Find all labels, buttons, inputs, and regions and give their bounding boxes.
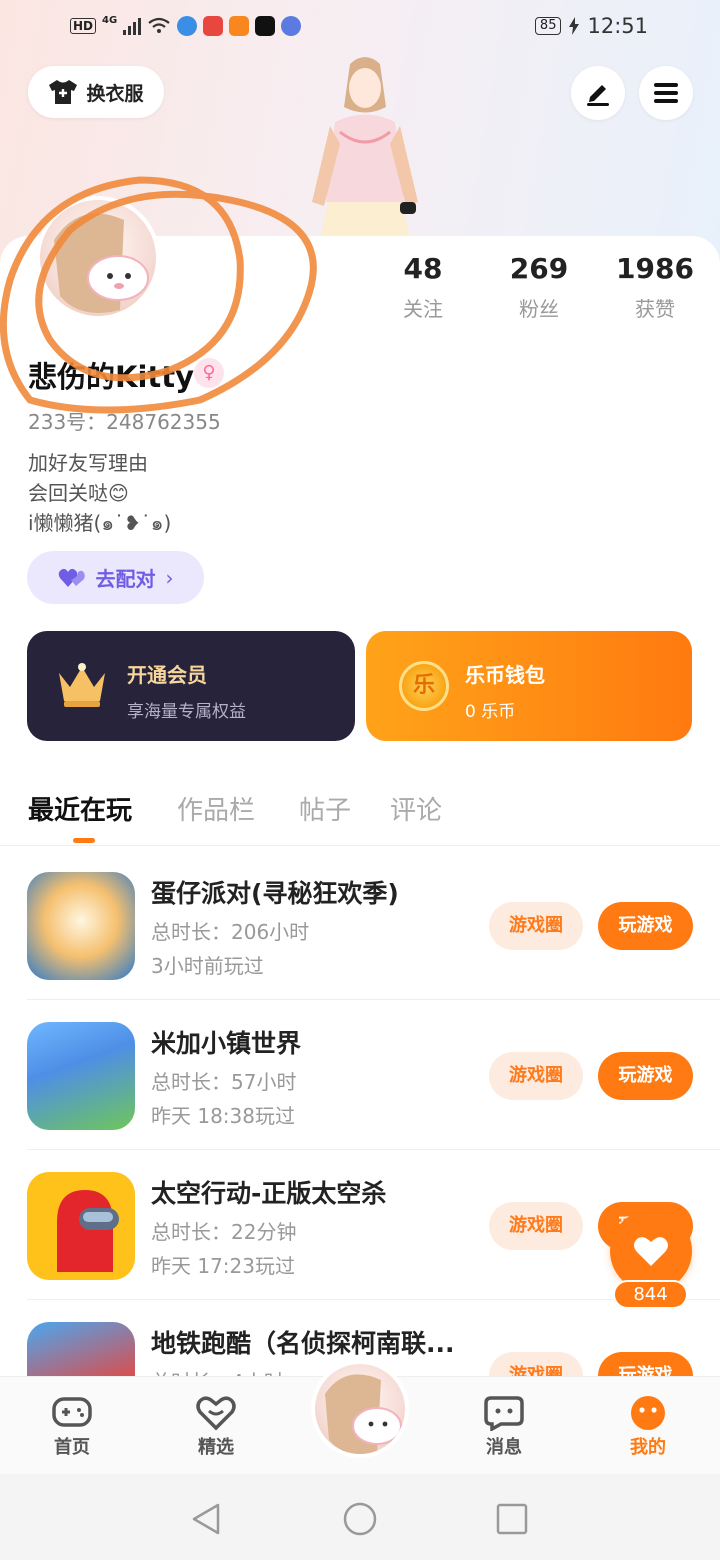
edit-profile-button[interactable]: [571, 66, 625, 120]
match-label: 去配对: [95, 567, 156, 591]
nav-messages[interactable]: 消息: [464, 1395, 544, 1459]
back-icon[interactable]: [190, 1502, 222, 1536]
followers-label: 粉丝: [519, 297, 559, 321]
crown-icon: [59, 663, 105, 707]
vip-title: 开通会员: [127, 663, 207, 687]
profile-bio: 加好友写理由 会回关哒😊 i懒懒猪(๑˙❥˙๑): [28, 448, 171, 538]
nav-messages-label: 消息: [486, 1437, 522, 1458]
tab-comments[interactable]: 评论: [390, 790, 442, 827]
system-navigation-bar: [0, 1474, 720, 1560]
nav-me[interactable]: 我的: [608, 1395, 688, 1459]
bio-line: 加好友写理由: [28, 451, 148, 475]
change-outfit-label: 换衣服: [86, 82, 144, 105]
game-last-played: 昨天 18:38玩过: [151, 1104, 295, 1128]
clock: 12:51: [587, 14, 648, 38]
face-icon: [631, 1396, 665, 1430]
nav-home[interactable]: 首页: [32, 1395, 112, 1459]
status-bar: HD 4G 85 12:51: [0, 0, 720, 56]
game-name: 太空行动-正版太空杀: [151, 1179, 387, 1208]
nav-featured-label: 精选: [198, 1437, 234, 1458]
game-name: 米加小镇世界: [151, 1029, 302, 1058]
app-notification-icon: [203, 16, 224, 36]
game-row[interactable]: 米加小镇世界 总时长：57小时 昨天 18:38玩过 游戏圈 玩游戏: [0, 1000, 720, 1150]
signal-icon: [123, 17, 142, 35]
network-type: 4G: [102, 14, 118, 26]
followers-count: 269: [509, 252, 569, 285]
crewmate-image: [57, 1190, 119, 1272]
game-name: 蛋仔派对(寻秘狂欢季): [151, 879, 399, 908]
like-count-badge: 844: [613, 1280, 688, 1309]
heart-badge-icon: [196, 1396, 236, 1431]
wallet-title: 乐币钱包: [465, 663, 545, 687]
battery-level: 85: [534, 17, 562, 35]
game-name: 地铁跑酷（名侦探柯南联...: [151, 1329, 455, 1358]
tab-works[interactable]: 作品栏: [177, 790, 255, 827]
following-count: 48: [403, 252, 443, 285]
wallet-balance: 0 乐币: [465, 702, 516, 722]
hearts-icon: [58, 568, 85, 587]
music-icon: [281, 16, 302, 36]
heart-icon: [634, 1237, 668, 1266]
game-last-played: 昨天 17:23玩过: [151, 1254, 295, 1278]
following-label: 关注: [403, 297, 443, 321]
app-notification-icon: [229, 16, 250, 36]
game-row[interactable]: 蛋仔派对(寻秘狂欢季) 总时长：206小时 3小时前玩过 游戏圈 玩游戏: [0, 850, 720, 1000]
game-circle-button[interactable]: 游戏圈: [489, 1202, 583, 1250]
chevron-right-icon: ›: [165, 565, 174, 590]
likes-stat[interactable]: 1986 获赞: [595, 252, 715, 322]
game-circle-button[interactable]: 游戏圈: [489, 1052, 583, 1100]
match-button[interactable]: 去配对 ›: [27, 551, 204, 604]
menu-button[interactable]: [639, 66, 693, 120]
likes-count: 1986: [616, 252, 694, 285]
nav-center-avatar[interactable]: [311, 1360, 409, 1458]
game-total-time: 总时长：22分钟: [151, 1220, 297, 1244]
game-total-time: 总时长：206小时: [151, 920, 310, 944]
game-row[interactable]: 太空行动-正版太空杀 总时长：22分钟 昨天 17:23玩过 游戏圈 玩游戏: [0, 1150, 720, 1300]
profile-tabs: 最近在玩 作品栏 帖子 评论: [0, 786, 720, 846]
pencil-icon: [587, 85, 609, 106]
tshirt-icon: [49, 80, 78, 104]
tab-indicator: [73, 838, 95, 843]
home-icon[interactable]: [343, 1502, 377, 1536]
coin-icon: 乐: [399, 661, 449, 711]
hamburger-menu-icon: [654, 83, 678, 103]
tab-recent-games[interactable]: 最近在玩: [28, 790, 132, 827]
likes-label: 获赞: [635, 297, 675, 321]
game-total-time: 总时长：57小时: [151, 1070, 297, 1094]
wallet-card[interactable]: 乐 乐币钱包 0 乐币: [366, 631, 692, 741]
game-circle-button[interactable]: 游戏圈: [489, 902, 583, 950]
tab-posts[interactable]: 帖子: [299, 790, 351, 827]
charging-icon: [569, 17, 580, 35]
nav-me-label: 我的: [630, 1437, 666, 1458]
game-last-played: 3小时前玩过: [151, 954, 264, 978]
chat-bubble-icon: [484, 1396, 524, 1431]
game-icon: [27, 872, 135, 980]
nav-home-label: 首页: [54, 1437, 90, 1458]
change-outfit-button[interactable]: 换衣服: [28, 66, 164, 118]
tiktok-icon: [255, 16, 276, 36]
play-game-button[interactable]: 玩游戏: [598, 1052, 693, 1100]
bio-line: i懒懒猪(๑˙❥˙๑): [28, 511, 172, 535]
play-game-button[interactable]: 玩游戏: [598, 902, 693, 950]
vip-subtitle: 享海量专属权益: [127, 702, 246, 722]
bio-line: 会回关哒😊: [28, 481, 129, 505]
gamepad-icon: [52, 1397, 92, 1427]
wifi-icon: [148, 17, 170, 33]
game-icon: [27, 1022, 135, 1130]
following-stat[interactable]: 48 关注: [363, 252, 483, 322]
vip-membership-card[interactable]: 开通会员 享海量专属权益: [27, 631, 355, 741]
nav-featured[interactable]: 精选: [176, 1395, 256, 1459]
hd-indicator: HD: [70, 18, 97, 34]
game-icon: [27, 1172, 135, 1280]
followers-stat[interactable]: 269 粉丝: [479, 252, 599, 322]
app-notification-icon: [177, 16, 198, 36]
recents-icon[interactable]: [496, 1503, 528, 1535]
annotation-circle: [0, 176, 317, 414]
